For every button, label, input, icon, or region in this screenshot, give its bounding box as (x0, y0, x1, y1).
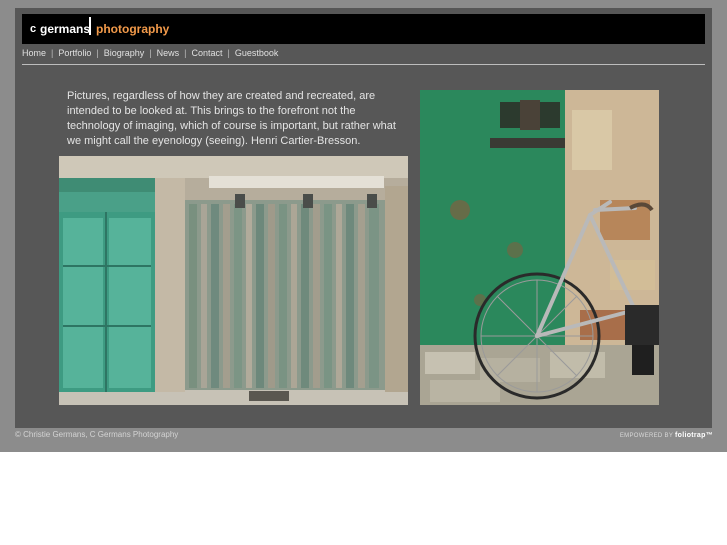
site-header: c germans photography (22, 14, 705, 44)
photo-door-bicycle-image (420, 90, 659, 405)
nav-contact[interactable]: Contact (191, 48, 222, 58)
main-nav: Home | Portfolio | Biography | News | Contact | Gu… (22, 48, 278, 58)
nav-guestbook[interactable]: Guestbook (235, 48, 279, 58)
nav-divider (22, 64, 705, 65)
logo-photography[interactable]: photography (96, 22, 169, 36)
photo-teal-doors[interactable] (59, 156, 408, 405)
footer-copyright: © Christie Germans, C Germans Photograph… (15, 430, 179, 439)
photo-door-bicycle[interactable] (420, 90, 659, 405)
nav-home[interactable]: Home (22, 48, 46, 58)
logo-name[interactable]: germans (40, 22, 90, 36)
intro-quote: Pictures, regardless of how they are cre… (67, 90, 396, 147)
powered-by-prefix: EMPOWERED BY (619, 433, 674, 439)
photo-teal-doors-image (59, 156, 408, 405)
nav-biography[interactable]: Biography (104, 48, 145, 58)
nav-news[interactable]: News (157, 48, 180, 58)
footer-powered-by[interactable]: EMPOWERED BY foliotrap™ (620, 432, 713, 439)
logo-divider (89, 17, 91, 35)
nav-separator: | (96, 48, 99, 58)
nav-separator: | (51, 48, 54, 58)
nav-separator: | (227, 48, 230, 58)
nav-separator: | (184, 48, 187, 58)
nav-portfolio[interactable]: Portfolio (58, 48, 91, 58)
powered-by-brand[interactable]: foliotrap™ (675, 432, 713, 439)
content-panel: c germans photography Home | Portfolio | Bio… (15, 8, 712, 428)
logo-c: c (30, 23, 37, 35)
page-background: c germans photography Home | Portfolio | Bio… (0, 0, 727, 452)
nav-separator: | (149, 48, 152, 58)
